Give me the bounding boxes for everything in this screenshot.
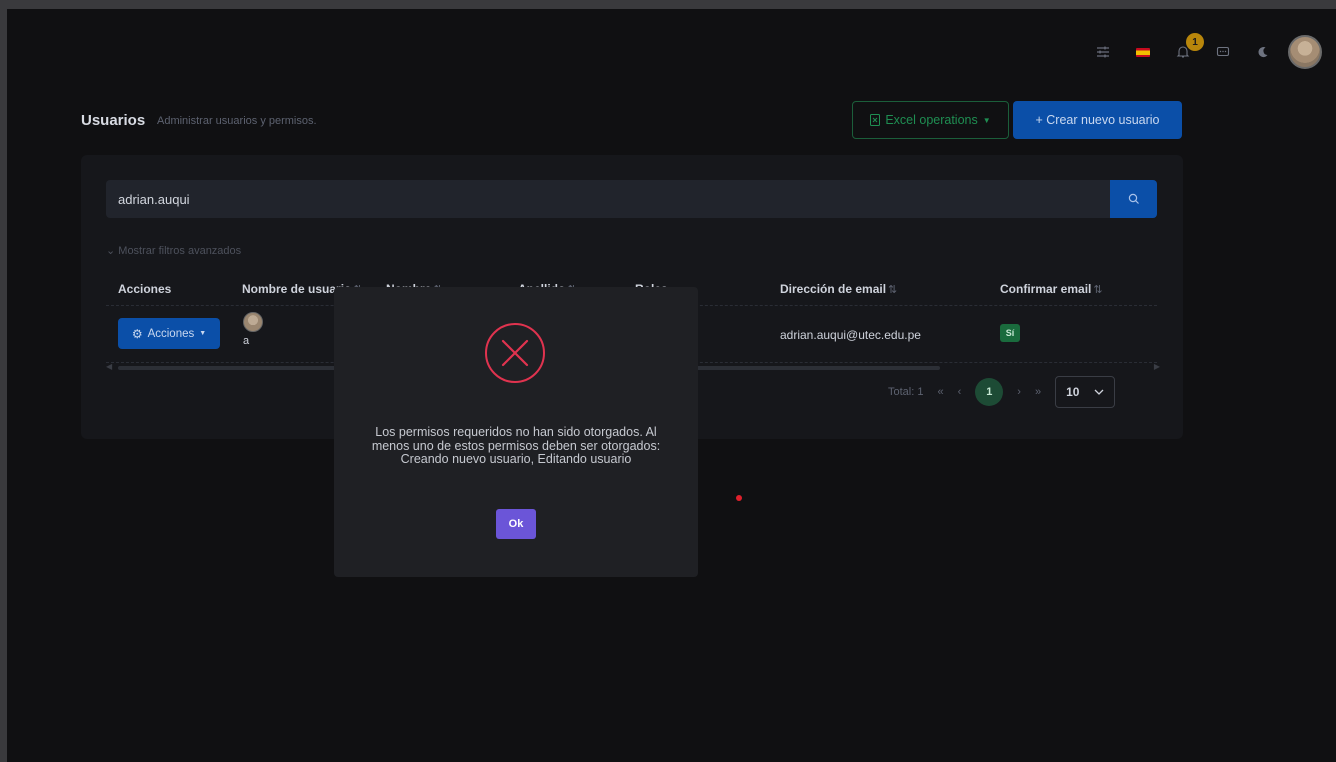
create-user-button[interactable]: + Crear nuevo usuario <box>1013 101 1182 139</box>
page-title: Usuarios <box>81 112 146 129</box>
notification-badge: 1 <box>1186 33 1204 51</box>
dialog-message: Los permisos requeridos no han sido otor… <box>371 425 661 466</box>
scroll-left-icon[interactable]: ◀ <box>106 362 112 371</box>
language-selector[interactable] <box>1136 45 1150 59</box>
caret-down-icon: ▼ <box>199 330 207 337</box>
cursor-dot <box>736 495 742 501</box>
column-header-actions: Acciones <box>118 282 172 296</box>
error-dialog: Los permisos requeridos no han sido otor… <box>334 287 698 577</box>
search-bar <box>106 180 1157 218</box>
first-page-button[interactable]: « <box>937 386 943 398</box>
avatar <box>243 312 263 332</box>
moon-icon[interactable] <box>1256 45 1270 59</box>
search-button[interactable] <box>1110 180 1157 218</box>
page-subtitle: Administrar usuarios y permisos. <box>157 115 317 127</box>
ok-button[interactable]: Ok <box>496 509 536 539</box>
chevron-down-icon <box>1094 389 1104 395</box>
caret-down-icon: ▼ <box>982 115 991 125</box>
scroll-right-icon[interactable]: ▶ <box>1154 362 1160 371</box>
page-size-select[interactable]: 10 <box>1055 376 1116 408</box>
top-icons: 1 <box>1096 33 1322 71</box>
app-frame: 1 Usuarios Administrar usuarios y permis… <box>7 9 1336 762</box>
sort-icon: ⇅ <box>888 284 898 296</box>
pagination: Total: 1 « ‹ 1 › » 10 <box>888 376 1116 408</box>
excel-file-icon <box>870 114 881 126</box>
status-badge: Sí <box>1000 324 1020 342</box>
top-bar: 1 <box>7 9 1336 89</box>
advanced-filters-label: Mostrar filtros avanzados <box>118 245 242 257</box>
row-actions-label: Acciones <box>147 327 195 340</box>
row-email: adrian.auqui@utec.edu.pe <box>780 328 921 342</box>
advanced-filters-toggle[interactable]: ⌄ Mostrar filtros avanzados <box>106 244 241 257</box>
user-avatar[interactable] <box>1288 35 1322 69</box>
page-size-value: 10 <box>1066 385 1080 399</box>
settings-sliders-icon[interactable] <box>1096 45 1110 59</box>
prev-page-button[interactable]: ‹ <box>958 386 962 398</box>
next-page-button[interactable]: › <box>1017 386 1021 398</box>
page-header: Usuarios Administrar usuarios y permisos… <box>81 101 1183 141</box>
notifications-button[interactable]: 1 <box>1176 33 1204 59</box>
row-actions-button[interactable]: ⚙ Acciones ▼ <box>118 318 220 349</box>
error-circle-icon <box>485 323 545 383</box>
create-user-label: + Crear nuevo usuario <box>1035 113 1160 127</box>
page-button-current[interactable]: 1 <box>975 378 1004 406</box>
row-username: a <box>243 335 250 347</box>
gear-icon: ⚙ <box>131 326 143 341</box>
last-page-button[interactable]: » <box>1035 386 1041 398</box>
excel-operations-label: Excel operations <box>885 113 978 127</box>
spain-flag-icon <box>1136 47 1150 57</box>
chat-icon[interactable] <box>1216 45 1230 59</box>
chevron-down-icon: ⌄ <box>106 245 116 257</box>
excel-operations-button[interactable]: Excel operations ▼ <box>852 101 1009 139</box>
column-header-confirm-email[interactable]: Confirmar email ⇅ <box>1000 282 1103 296</box>
sort-icon: ⇅ <box>1093 284 1103 296</box>
search-icon <box>1128 193 1139 204</box>
pagination-total: Total: 1 <box>888 386 924 398</box>
search-input[interactable] <box>106 180 1110 218</box>
column-header-email[interactable]: Dirección de email ⇅ <box>780 282 897 296</box>
